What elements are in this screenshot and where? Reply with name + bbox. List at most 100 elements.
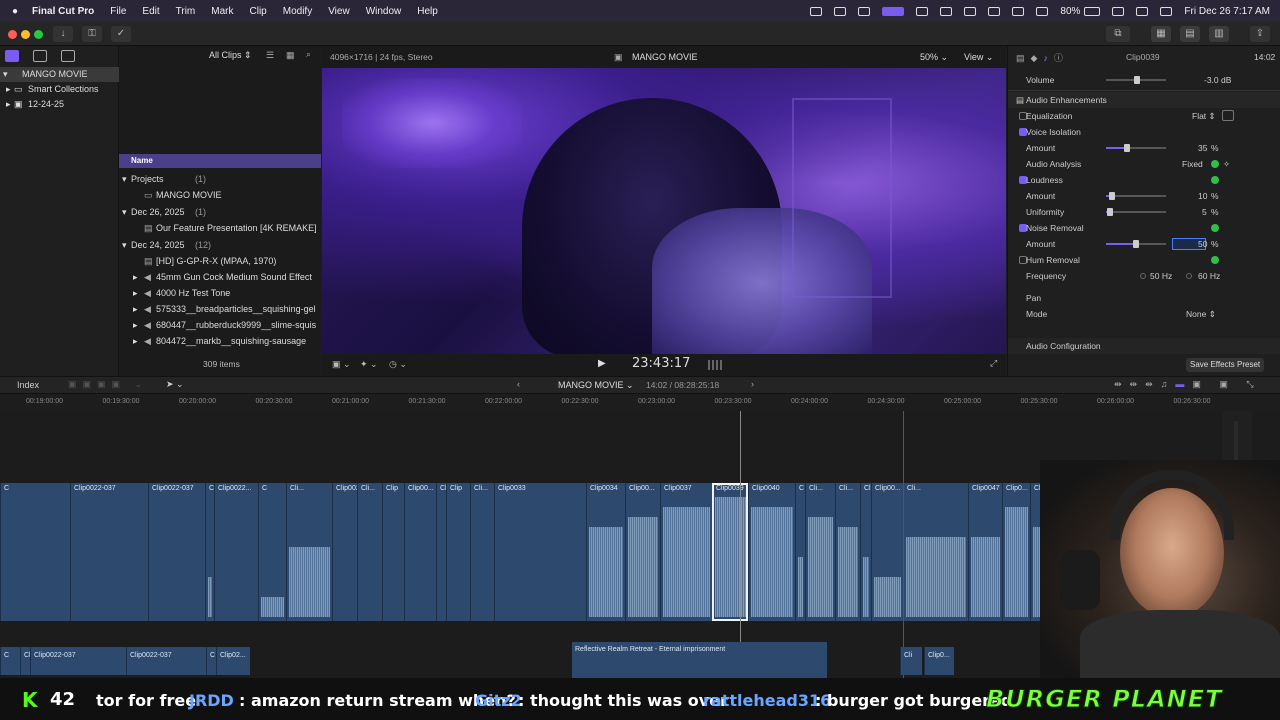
transform-tool[interactable]: ▣ ⌄ [332,359,351,370]
timeline-clip[interactable]: Clip00... [625,483,660,621]
timeline-clip[interactable]: C [795,483,805,621]
menu-view[interactable]: View [328,6,350,17]
timeline-clip[interactable]: Clip0022... [214,483,258,621]
battery-icon[interactable] [1084,6,1101,16]
menu-window[interactable]: Window [366,6,402,17]
eq-graph-icon[interactable] [1222,110,1234,121]
timeline-clip[interactable]: Clip [446,483,470,621]
color-inspector-icon[interactable]: ◆ [1031,53,1044,63]
import-button[interactable]: ↓ [53,26,73,42]
control-center-icon[interactable] [1136,6,1149,16]
list-view-icon[interactable]: ☰ [266,50,274,61]
connected-clip[interactable]: Clip0022-037 [126,647,206,675]
fullscreen-icon[interactable]: ⤢ [990,358,997,369]
timeline-clip[interactable]: Cli... [470,483,494,621]
wifi-icon[interactable] [1036,6,1049,16]
apple-icon[interactable]: ● [12,6,18,17]
timeline-ruler[interactable]: 00:19:00:00 00:19:30:00 00:20:00:00 00:20:3… [0,395,1280,411]
timeline-clip[interactable]: C [0,483,70,621]
display-icon[interactable] [988,6,1001,16]
radio-60hz[interactable] [1186,273,1192,279]
timeline-clip[interactable]: Clip00... [404,483,436,621]
share-button[interactable]: ⇪ [1250,26,1270,42]
uniformity-slider[interactable] [1106,208,1166,216]
close-window-button[interactable] [8,30,17,39]
timeline-clip[interactable]: Cli... [903,483,968,621]
show-timeline-button[interactable]: ▤ [1180,26,1200,42]
timeline-clip[interactable]: Clip [382,483,404,621]
connected-clip[interactable]: Clip02... [216,647,250,675]
disclosure-triangle-icon[interactable]: ▾ [122,237,127,253]
zoom-popup[interactable]: 50% ⌄ [920,52,948,63]
workspace-button[interactable]: ⧉ [1106,26,1130,42]
connected-clip[interactable]: Cli [900,647,922,675]
play-button[interactable]: ▶ [598,358,606,369]
search-icon[interactable]: ⌕ [306,49,311,60]
browser-group-row[interactable]: ▾ Dec 26, 2025 (1) [119,204,321,220]
siri-icon[interactable] [1160,6,1173,16]
enhance-tool[interactable]: ✦ ⌄ [360,359,378,370]
vi-amount-slider[interactable] [1106,144,1166,152]
timeline-clip[interactable]: Clip0037 [660,483,712,621]
menu-file[interactable]: File [110,6,126,17]
menu-mark[interactable]: Mark [211,6,233,17]
browser-group-row[interactable]: ▾ Dec 24, 2025 (12) [119,237,321,253]
background-tasks-button[interactable]: ✓ [111,26,131,42]
timeline-clip[interactable]: Cli... [860,483,878,621]
audio-configuration-header[interactable]: Audio Configuration [1008,338,1280,354]
titles-icon[interactable] [61,50,75,62]
timeline-clip[interactable]: Clip0040 [748,483,795,621]
timeline-clip[interactable]: Clip00... [871,483,903,621]
timeline-clip[interactable]: Cli... [436,483,454,621]
timeline-clip[interactable]: Clip0029 [332,483,364,621]
disclosure-triangle-icon[interactable]: ▾ [122,171,127,187]
disclosure-triangle-icon[interactable]: ▾ [122,204,127,220]
status-icon[interactable] [810,6,823,16]
browser-clip-row[interactable]: ▸ ◀ 680447__rubberduck9999__slime-squis [119,317,321,333]
disclosure-triangle-icon[interactable]: ▸ [6,82,11,97]
audio-enhancements-header[interactable]: ▤ Audio Enhancements [1008,92,1280,108]
video-inspector-icon[interactable]: ▤ [1016,53,1031,63]
loudness-amount-slider[interactable] [1106,192,1166,200]
connected-clip[interactable]: Cli [20,647,32,675]
library-item[interactable]: ▸ ▣ 12-24-25 [0,97,119,112]
play-icon[interactable] [916,6,929,16]
keyword-button[interactable]: ⚿ [82,26,102,42]
bluetooth-icon[interactable] [1012,6,1025,16]
library-item[interactable]: ▾ MANGO MOVIE [0,67,119,82]
timeline-project-popup[interactable]: MANGO MOVIE ⌄ [558,380,634,391]
connected-clip[interactable]: Clip0... [924,647,954,675]
timeline-clip[interactable]: Cli... [286,483,332,621]
browser-clip-row[interactable]: ▸ ◀ 4000 Hz Test Tone [119,285,321,301]
timeline-clip[interactable]: Clip0039 [712,483,748,621]
menu-edit[interactable]: Edit [142,6,159,17]
audio-inspector-icon[interactable]: ♪ [1043,53,1054,63]
connected-clip[interactable]: C [206,647,216,675]
library-item[interactable]: ▸ ▭ Smart Collections [0,82,119,97]
browser-clip-row[interactable]: ▤ [HD] G-GP-R-X (MPAA, 1970) [119,253,321,269]
loudness-amount-value[interactable]: 10 [1198,188,1207,204]
photos-icon[interactable] [33,50,47,62]
browser-clip-row[interactable]: ▸ ◀ 575333__breadparticles__squishing-gel [119,301,321,317]
timeline-clip[interactable]: Clip0047 [968,483,1002,621]
timeline-clip[interactable]: Clip0022-037 [70,483,148,621]
index-button[interactable]: Index [17,380,39,390]
disclosure-triangle-icon[interactable]: ▸ [133,285,138,301]
volume-icon[interactable] [940,6,953,16]
back-arrow-icon[interactable]: ‹ [517,379,520,389]
timeline-tools[interactable]: ⇹⇹⇹♫▬▣ ▣ ⤡ [1114,379,1262,390]
search-icon[interactable] [1112,6,1125,16]
pan-header[interactable]: Pan [1008,290,1280,306]
playhead[interactable] [740,411,741,678]
filmstrip-view-icon[interactable]: ▦ [286,50,295,61]
menu-modify[interactable]: Modify [283,6,312,17]
music-clip[interactable]: Reflective Realm Retreat - Eternal impri… [572,642,827,678]
browser-column-header[interactable]: Name [119,154,321,168]
timeline-clip[interactable]: Cli... [357,483,382,621]
keyboard-icon[interactable] [964,6,977,16]
browser-clip-row[interactable]: ▤ Our Feature Presentation [4K REMAKE] [119,220,321,236]
menu-trim[interactable]: Trim [176,6,196,17]
clip-filter-popup[interactable]: All Clips ⇕ [209,50,252,61]
disclosure-triangle-icon[interactable]: ▸ [133,333,138,349]
pan-mode-popup[interactable]: None ⇕ [1186,306,1216,322]
